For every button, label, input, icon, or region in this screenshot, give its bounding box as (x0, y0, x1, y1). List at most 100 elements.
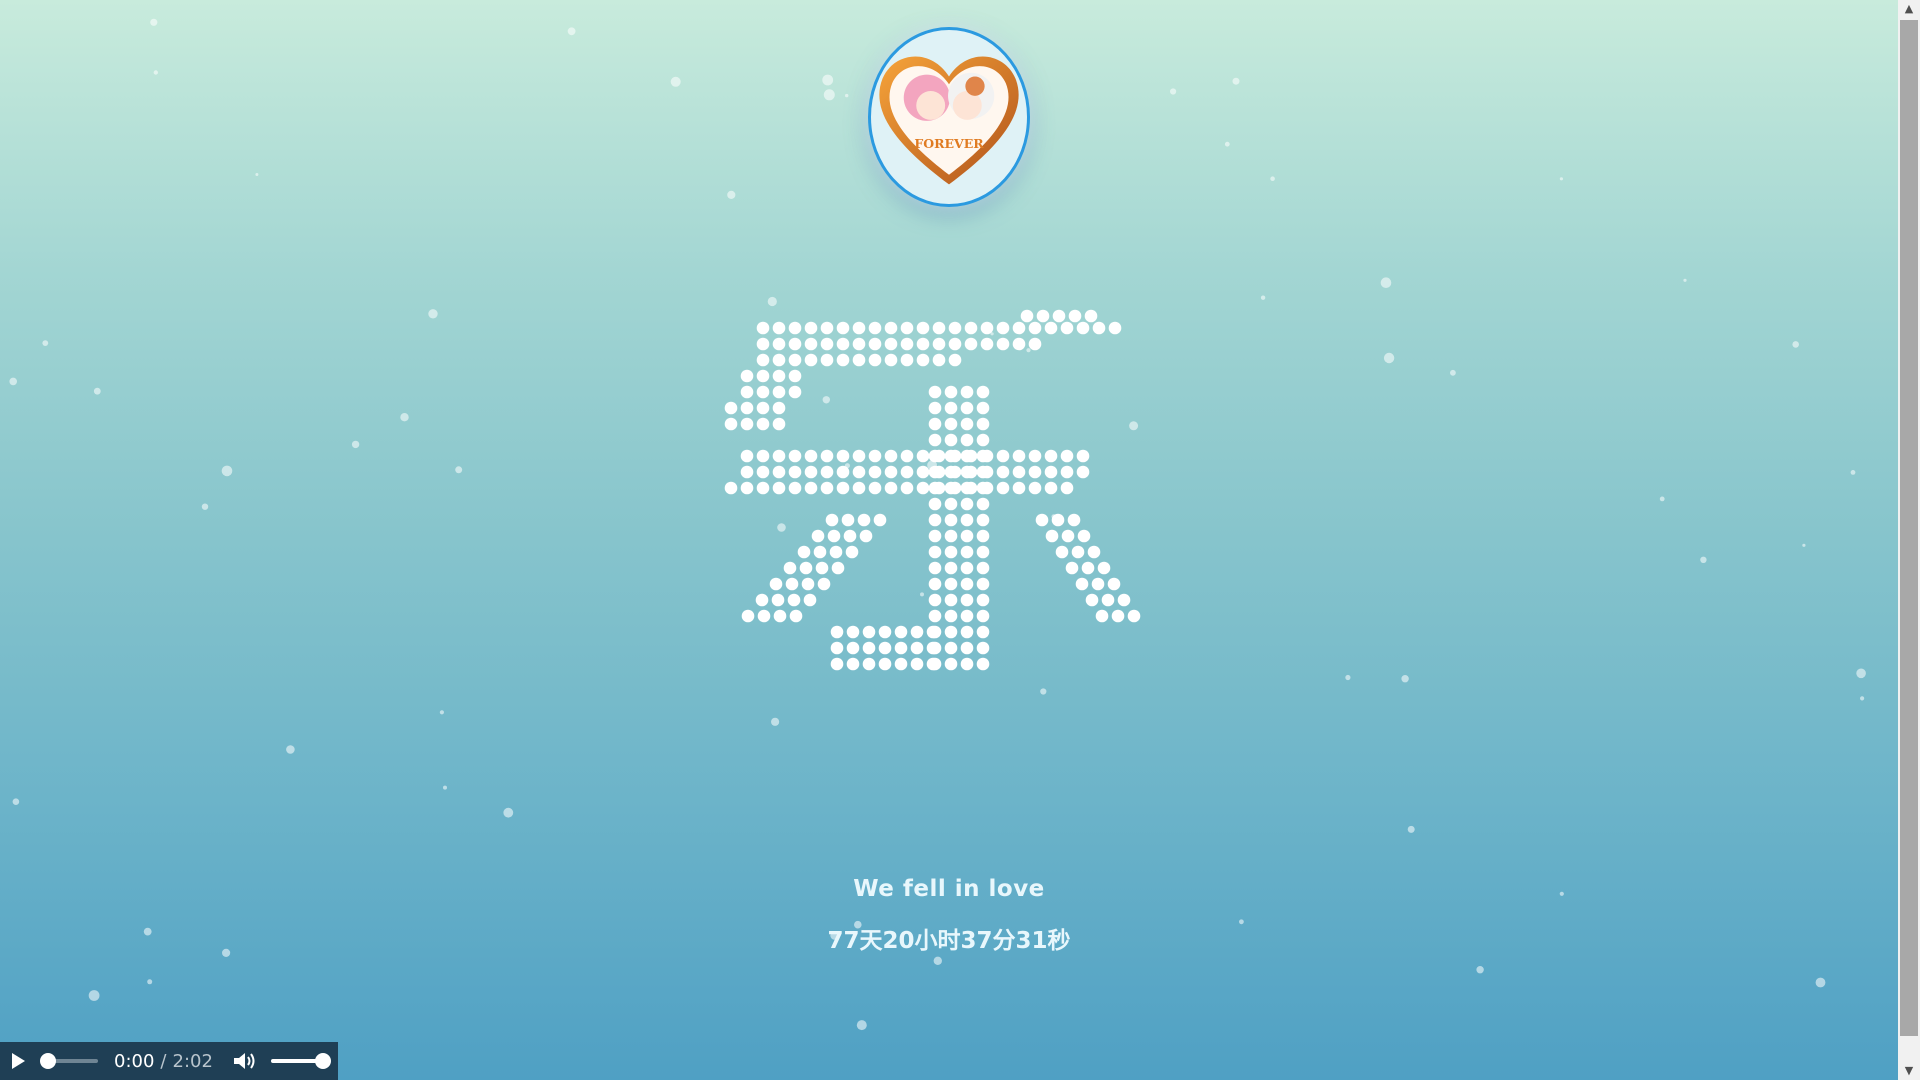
dot (1036, 309, 1050, 323)
snow-speck (503, 807, 514, 818)
dot (836, 353, 850, 367)
dot (884, 353, 898, 367)
scroll-up-arrow-icon[interactable]: ▲ (1898, 0, 1920, 18)
dot (772, 321, 786, 335)
dot (996, 321, 1010, 335)
seek-knob[interactable] (40, 1053, 56, 1069)
seek-slider[interactable] (40, 1053, 98, 1069)
dot (884, 321, 898, 335)
play-button[interactable] (0, 1042, 36, 1080)
snow-speck (1792, 341, 1799, 348)
dot (1028, 481, 1042, 495)
dot (820, 481, 834, 495)
snow-speck (845, 93, 849, 98)
snow-speck (822, 74, 834, 86)
snow-speck (1224, 141, 1230, 147)
dot (1060, 481, 1074, 495)
dot (830, 657, 844, 671)
vertical-scrollbar[interactable]: ▲ ▼ (1898, 0, 1920, 1080)
dot (803, 593, 817, 607)
dot (829, 545, 843, 559)
snow-speck (1232, 77, 1240, 85)
volume-slider[interactable] (270, 1053, 331, 1069)
snow-speck (1270, 176, 1275, 181)
snow-speck (1659, 496, 1665, 502)
dot (928, 417, 942, 431)
dot (868, 465, 882, 479)
dot (976, 433, 990, 447)
dot (1012, 465, 1026, 479)
dot (1076, 465, 1090, 479)
dot (960, 529, 974, 543)
dot (788, 449, 802, 463)
dot (910, 657, 924, 671)
snow-speck (153, 70, 158, 75)
volume-knob[interactable] (314, 1053, 331, 1069)
dot (772, 417, 786, 431)
snow-speck (351, 440, 360, 449)
dot (928, 497, 942, 511)
volume-button[interactable] (233, 1049, 259, 1073)
dot (944, 577, 958, 591)
snow-speck (147, 979, 153, 985)
dot (894, 641, 908, 655)
dot (996, 481, 1010, 495)
dot (788, 369, 802, 383)
dot (799, 561, 813, 575)
dot (976, 513, 990, 527)
dot (900, 449, 914, 463)
dot (980, 321, 994, 335)
dot (996, 465, 1010, 479)
dot (868, 449, 882, 463)
dot (944, 401, 958, 415)
dot (756, 449, 770, 463)
dot (980, 337, 994, 351)
snow-speck (1260, 295, 1266, 300)
dot (1095, 609, 1109, 623)
dot (884, 481, 898, 495)
dot (1076, 449, 1090, 463)
dot (1107, 577, 1121, 591)
dot (868, 337, 882, 351)
dot (724, 401, 738, 415)
dot (928, 561, 942, 575)
dot (926, 625, 940, 639)
dot (827, 529, 841, 543)
dot (1051, 513, 1065, 527)
dot (960, 609, 974, 623)
dot (900, 481, 914, 495)
dot (944, 497, 958, 511)
dot (976, 657, 990, 671)
dot (944, 561, 958, 575)
dot (976, 641, 990, 655)
snow-speck (856, 1020, 867, 1031)
snow-speck (428, 309, 438, 319)
dot (1068, 309, 1082, 323)
dot (797, 545, 811, 559)
snow-speck (567, 27, 576, 36)
dot (948, 481, 962, 495)
dot (1061, 529, 1075, 543)
volume-icon (233, 1053, 255, 1069)
dot (852, 321, 866, 335)
dot (820, 465, 834, 479)
dot (900, 337, 914, 351)
snow-speck (1383, 352, 1395, 364)
dot (1052, 309, 1066, 323)
dot (836, 465, 850, 479)
dot (928, 513, 942, 527)
scroll-down-arrow-icon[interactable]: ▼ (1898, 1062, 1920, 1080)
dot (820, 353, 834, 367)
dot (1076, 321, 1090, 335)
scroll-thumb[interactable] (1900, 20, 1918, 1036)
snow-speck (1850, 470, 1856, 475)
dot (884, 337, 898, 351)
snow-speck (1345, 674, 1351, 681)
dot (830, 641, 844, 655)
dot (976, 561, 990, 575)
dot (910, 641, 924, 655)
dot (1060, 465, 1074, 479)
dot (928, 577, 942, 591)
dot (944, 433, 958, 447)
dot (910, 625, 924, 639)
